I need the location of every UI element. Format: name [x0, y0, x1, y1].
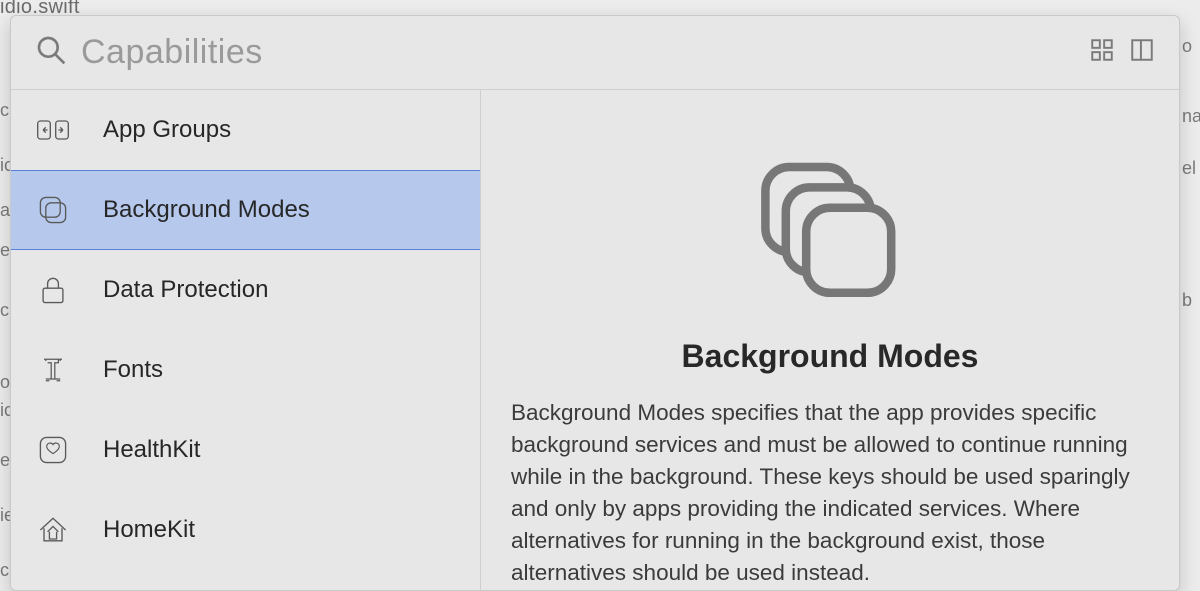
- column-view-icon[interactable]: [1129, 37, 1155, 68]
- sidebar-item-background-modes[interactable]: Background Modes: [11, 170, 480, 250]
- search-wrap: [35, 33, 1089, 72]
- sidebar-item-label: App Groups: [103, 116, 231, 144]
- fonts-icon: [33, 350, 73, 390]
- sidebar-item-label: Data Protection: [103, 276, 268, 304]
- sidebar-item-label: HomeKit: [103, 516, 195, 544]
- panel-toolbar: [11, 16, 1179, 90]
- homekit-icon: [33, 510, 73, 550]
- sidebar-item-data-protection[interactable]: Data Protection: [11, 250, 480, 330]
- app-groups-icon: [33, 110, 73, 150]
- capability-detail: Background Modes Background Modes specif…: [481, 90, 1179, 590]
- sidebar-item-healthkit[interactable]: HealthKit: [11, 410, 480, 490]
- sidebar-item-label: Fonts: [103, 356, 163, 384]
- capabilities-sidebar: App Groups Background Modes Data Protect…: [11, 90, 481, 590]
- detail-title: Background Modes: [682, 338, 979, 375]
- detail-description: Background Modes specifies that the app …: [511, 397, 1149, 589]
- background-modes-hero-icon: [745, 150, 915, 320]
- capabilities-panel: App Groups Background Modes Data Protect…: [10, 15, 1180, 591]
- healthkit-icon: [33, 430, 73, 470]
- panel-body: App Groups Background Modes Data Protect…: [11, 90, 1179, 590]
- grid-view-icon[interactable]: [1089, 37, 1115, 68]
- view-toggles: [1089, 37, 1155, 68]
- sidebar-item-fonts[interactable]: Fonts: [11, 330, 480, 410]
- search-icon: [35, 34, 67, 71]
- lock-icon: [33, 270, 73, 310]
- sidebar-item-label: Background Modes: [103, 196, 310, 224]
- background-code-right: o na el b: [1182, 0, 1198, 591]
- search-input[interactable]: [81, 33, 481, 72]
- background-modes-icon: [33, 190, 73, 230]
- sidebar-item-label: HealthKit: [103, 436, 200, 464]
- sidebar-item-homekit[interactable]: HomeKit: [11, 490, 480, 570]
- sidebar-item-app-groups[interactable]: App Groups: [11, 90, 480, 170]
